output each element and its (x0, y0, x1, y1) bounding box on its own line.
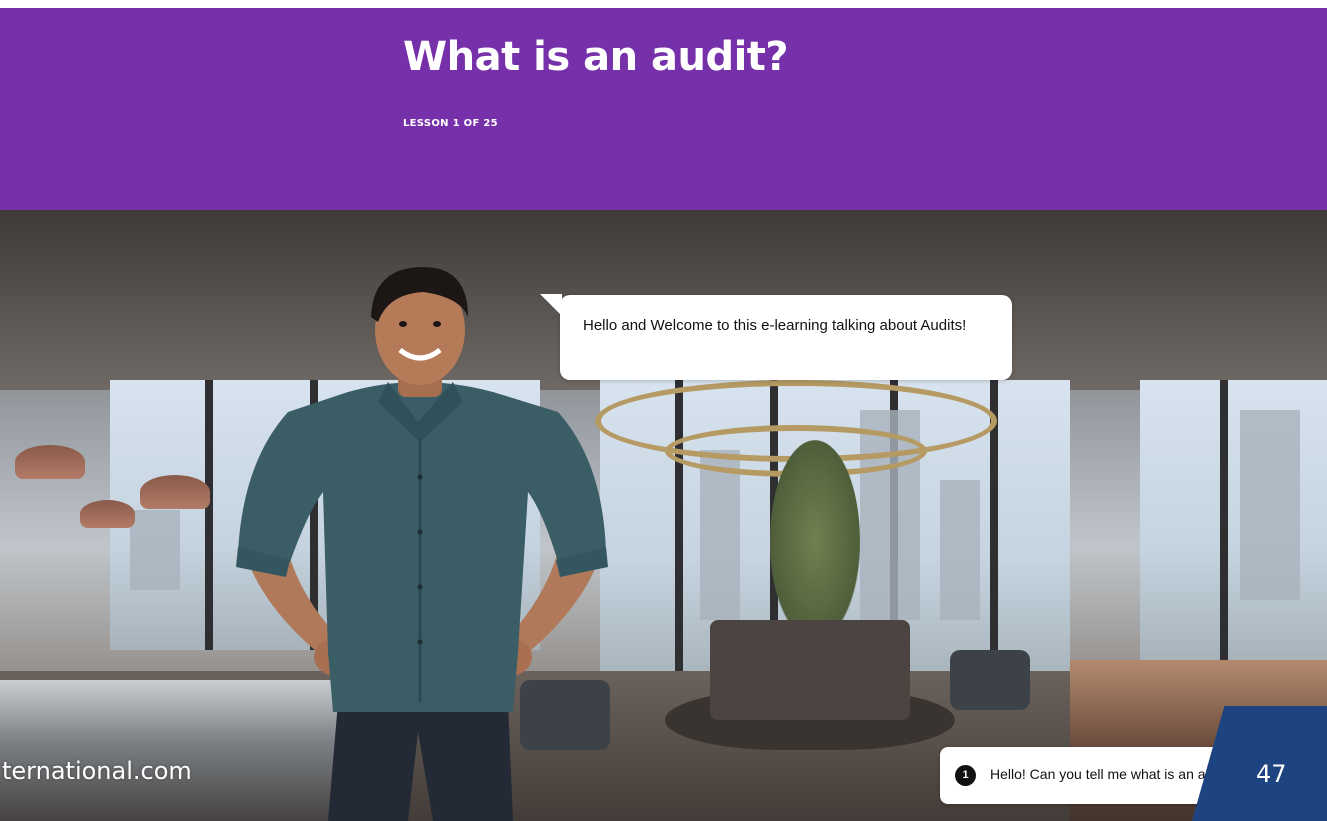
speech-bubble-tail (540, 294, 562, 316)
speech-bubble-text: Hello and Welcome to this e-learning tal… (583, 317, 967, 334)
lesson-header: What is an audit? LESSON 1 OF 25 (0, 8, 1327, 210)
lounge-chair (950, 650, 1030, 710)
response-option-text: Hello! Can you tell me what is an audit? (990, 766, 1236, 782)
website-watermark: ternational.com (2, 757, 192, 785)
indoor-tree (770, 440, 860, 640)
pendant-lamp (80, 500, 135, 528)
right-window (1140, 380, 1327, 660)
response-option-number: 1 (955, 765, 976, 786)
planter (710, 620, 910, 720)
page-title: What is an audit? (403, 34, 789, 80)
response-option-button[interactable]: 1 Hello! Can you tell me what is an audi… (940, 747, 1240, 804)
pendant-lamp (140, 475, 210, 509)
speech-bubble: Hello and Welcome to this e-learning tal… (540, 294, 1012, 380)
pendant-lamp (15, 445, 85, 479)
lesson-progress-label: LESSON 1 OF 25 (403, 118, 498, 129)
page-number: 47 (1256, 760, 1287, 788)
